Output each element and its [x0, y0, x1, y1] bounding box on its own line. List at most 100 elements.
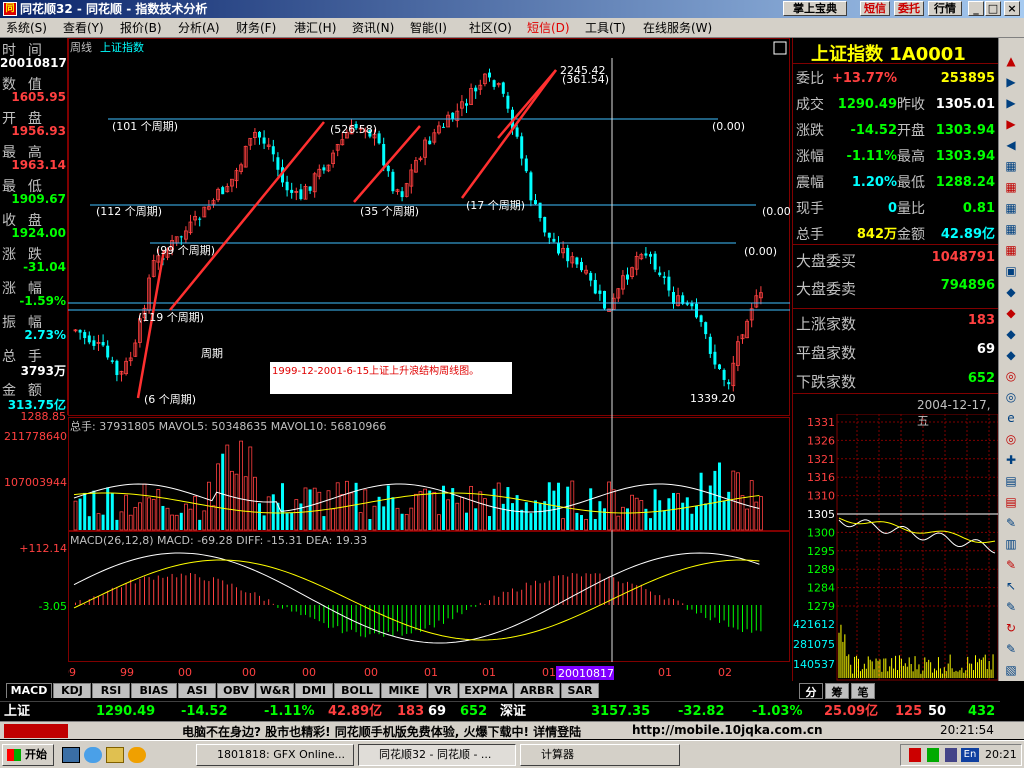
- menu-analysis[interactable]: 分析(A): [178, 20, 220, 36]
- toolbar-icon[interactable]: ▶: [1002, 94, 1020, 112]
- tab-obv[interactable]: OBV: [217, 683, 255, 698]
- toolbar-icon[interactable]: ▦: [1002, 157, 1020, 175]
- candle-body-down: [78, 329, 82, 333]
- sh-name[interactable]: 上证: [4, 704, 30, 720]
- toolbar-icon[interactable]: ▣: [1002, 262, 1020, 280]
- minimize-button[interactable]: _: [968, 1, 984, 16]
- toolbar-icon[interactable]: ◎: [1002, 430, 1020, 448]
- tab-mike[interactable]: MIKE: [381, 683, 427, 698]
- toolbar-icon[interactable]: ◎: [1002, 367, 1020, 385]
- toolbar-icon[interactable]: ◆: [1002, 283, 1020, 301]
- menu-finance[interactable]: 财务(F): [236, 20, 276, 36]
- menu-smart[interactable]: 智能(I): [410, 20, 447, 36]
- menu-quote[interactable]: 报价(B): [120, 20, 162, 36]
- quote-button[interactable]: 行情: [928, 1, 962, 16]
- toolbar-icon[interactable]: ▦: [1002, 220, 1020, 238]
- volume-bar: [492, 488, 496, 530]
- candle-body-down: [386, 165, 390, 172]
- tab-rsi[interactable]: RSI: [92, 683, 130, 698]
- tab-vr[interactable]: VR: [428, 683, 458, 698]
- task-calculator[interactable]: 计算器: [520, 744, 680, 766]
- mini-tab-1[interactable]: 筹: [825, 683, 849, 699]
- trend-line: [353, 125, 421, 203]
- tab-bias[interactable]: BIAS: [131, 683, 177, 698]
- sz-name[interactable]: 深证: [500, 704, 526, 720]
- tray-volume-icon[interactable]: [927, 748, 939, 762]
- candle-body-down: [465, 103, 468, 106]
- mini-tab-0[interactable]: 分: [799, 683, 823, 699]
- quote-label: 量比: [897, 201, 925, 217]
- task-tonghuashun[interactable]: 同花顺32 - 同花顺 - ...: [358, 744, 516, 766]
- toolbar-icon[interactable]: ✎: [1002, 640, 1020, 658]
- news-url[interactable]: http://mobile.10jqka.com.cn: [632, 723, 823, 737]
- ie-icon[interactable]: [84, 747, 102, 763]
- toolbar-icon[interactable]: ▧: [1002, 661, 1020, 679]
- tray-app-icon[interactable]: [909, 748, 921, 762]
- news-text[interactable]: 电脑不在身边? 股市也精彩! 同花顺手机版免费体验, 火爆下载中! 详情登陆: [182, 723, 581, 740]
- menu-online-service[interactable]: 在线服务(W): [643, 20, 712, 36]
- start-button[interactable]: 开始: [2, 744, 54, 766]
- sms-button[interactable]: 短信: [860, 1, 890, 16]
- task-gfx[interactable]: 1801818: GFX Online...: [196, 744, 354, 766]
- candle-body-down: [506, 95, 510, 109]
- sh-flat: 69: [428, 704, 447, 719]
- toolbar-icon[interactable]: ◆: [1002, 346, 1020, 364]
- tab-boll[interactable]: BOLL: [334, 683, 380, 698]
- menu-view[interactable]: 查看(Y): [63, 20, 104, 36]
- menu-tools[interactable]: 工具(T): [585, 20, 626, 36]
- tab-arbr[interactable]: ARBR: [514, 683, 560, 698]
- toolbar-icon[interactable]: ▶: [1002, 73, 1020, 91]
- tab-kdj[interactable]: KDJ: [53, 683, 91, 698]
- period-label: 周线: [70, 40, 92, 54]
- toolbar-icon[interactable]: ◎: [1002, 388, 1020, 406]
- toolbar-icon[interactable]: ▦: [1002, 199, 1020, 217]
- trade-button[interactable]: 委托: [894, 1, 924, 16]
- candle-body-down: [262, 137, 266, 144]
- tab-expma[interactable]: EXPMA: [459, 683, 513, 698]
- toolbar-icon[interactable]: ↻: [1002, 619, 1020, 637]
- menu-system[interactable]: 系统(S): [6, 20, 47, 36]
- minute-chart[interactable]: 1331 1326 1321 1316 1310 1305 1300 1295 1289 1284…: [793, 414, 999, 682]
- toolbar-icon[interactable]: ▥: [1002, 535, 1020, 553]
- tab-macd[interactable]: MACD: [6, 683, 52, 698]
- folder-icon[interactable]: [106, 747, 124, 763]
- handbook-button[interactable]: 掌上宝典: [783, 1, 847, 16]
- candle-body-down: [474, 87, 478, 92]
- menu-news[interactable]: 资讯(N): [352, 20, 394, 36]
- volume-bar: [326, 490, 331, 531]
- mini-tab-2[interactable]: 笔: [851, 683, 875, 699]
- tab-dmi[interactable]: DMI: [295, 683, 333, 698]
- toolbar-icon[interactable]: ✚: [1002, 451, 1020, 469]
- toolbar-icon[interactable]: ▲: [1002, 52, 1020, 70]
- toolbar-icon[interactable]: ✎: [1002, 514, 1020, 532]
- candle-body-down: [557, 243, 560, 254]
- volume-bar: [349, 492, 354, 531]
- panel-maximize-icon[interactable]: [773, 41, 787, 55]
- toolbar-icon[interactable]: e: [1002, 409, 1020, 427]
- toolbar-icon[interactable]: ◆: [1002, 325, 1020, 343]
- media-icon[interactable]: [128, 747, 146, 763]
- kline-chart[interactable]: 周线 上证指数 (101 个周期) (112 个周期) (35 个周期) (17 个周期)…: [68, 38, 790, 681]
- menu-community[interactable]: 社区(O): [469, 20, 512, 36]
- cycle-annotation: (0.00): [712, 120, 745, 133]
- tray-network-icon[interactable]: [945, 748, 957, 762]
- toolbar-icon[interactable]: ▤: [1002, 493, 1020, 511]
- toolbar-icon[interactable]: ✎: [1002, 556, 1020, 574]
- toolbar-icon[interactable]: ↖: [1002, 577, 1020, 595]
- toolbar-icon[interactable]: ▶: [1002, 115, 1020, 133]
- toolbar-icon[interactable]: ▤: [1002, 472, 1020, 490]
- toolbar-icon[interactable]: ▦: [1002, 241, 1020, 259]
- toolbar-icon[interactable]: ◆: [1002, 304, 1020, 322]
- toolbar-icon[interactable]: ◀: [1002, 136, 1020, 154]
- tab-sar[interactable]: SAR: [561, 683, 599, 698]
- toolbar-icon[interactable]: ▦: [1002, 178, 1020, 196]
- desktop-icon[interactable]: [62, 747, 80, 763]
- menu-hk[interactable]: 港汇(H): [294, 20, 336, 36]
- maximize-button[interactable]: □: [985, 1, 1001, 16]
- tab-w-r[interactable]: W&R: [256, 683, 294, 698]
- close-button[interactable]: ×: [1004, 1, 1020, 16]
- toolbar-icon[interactable]: ✎: [1002, 598, 1020, 616]
- menu-sms[interactable]: 短信(D): [527, 20, 570, 36]
- tab-asi[interactable]: ASI: [178, 683, 216, 698]
- lang-indicator[interactable]: En: [961, 748, 979, 762]
